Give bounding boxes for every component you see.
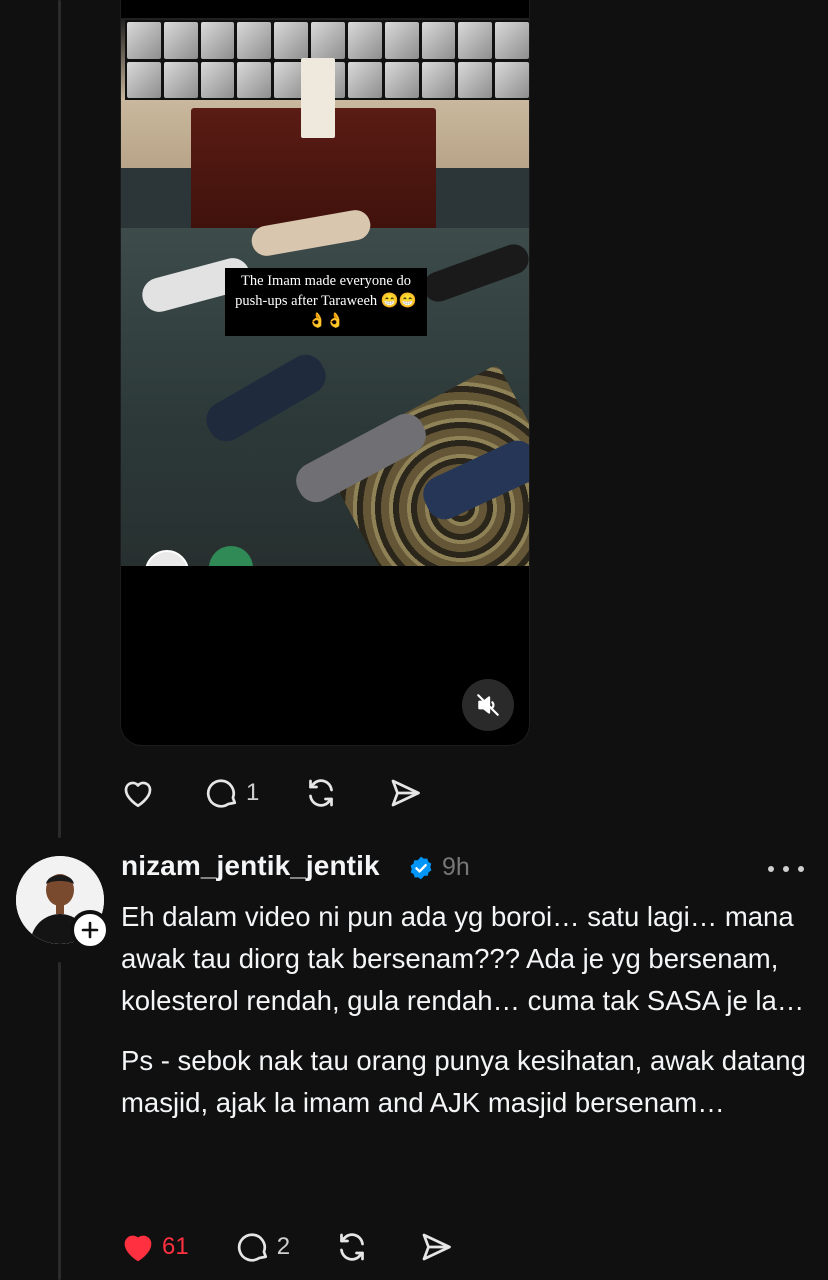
mute-button[interactable] bbox=[462, 679, 514, 731]
thread-line bbox=[58, 0, 61, 838]
cabinet-plaque bbox=[301, 58, 335, 138]
video-caption: The Imam made everyone do push-ups after… bbox=[225, 268, 427, 336]
more-options-button[interactable] bbox=[768, 864, 804, 874]
share-button[interactable] bbox=[418, 1229, 454, 1265]
comment-count: 2 bbox=[276, 1233, 291, 1260]
video-player[interactable]: The Imam made everyone do push-ups after… bbox=[120, 0, 530, 746]
heart-icon bbox=[124, 781, 152, 808]
comment-button[interactable]: 1 bbox=[204, 775, 259, 811]
repost-button[interactable] bbox=[334, 1229, 370, 1265]
post-action-bar: 1 bbox=[120, 775, 423, 811]
thread-line bbox=[58, 962, 61, 1280]
reply-paragraph: Eh dalam video ni pun ada yg boroi… satu… bbox=[121, 901, 805, 1016]
video-frame: The Imam made everyone do push-ups after… bbox=[121, 18, 529, 566]
timestamp: 9h bbox=[442, 853, 470, 881]
username[interactable]: nizam_jentik_jentik bbox=[121, 850, 380, 882]
comment-icon bbox=[206, 779, 237, 808]
share-icon bbox=[392, 779, 421, 807]
comment-icon bbox=[237, 1233, 267, 1262]
repost-button[interactable] bbox=[303, 775, 339, 811]
like-button[interactable] bbox=[120, 775, 156, 811]
like-count: 61 bbox=[162, 1233, 189, 1260]
share-icon bbox=[422, 1233, 451, 1261]
share-button[interactable] bbox=[387, 775, 423, 811]
reply-body: Eh dalam video ni pun ada yg boroi… satu… bbox=[121, 896, 811, 1142]
repost-icon bbox=[309, 779, 334, 807]
verified-badge-icon bbox=[410, 856, 432, 880]
like-button[interactable]: 61 bbox=[120, 1229, 189, 1265]
plus-icon bbox=[81, 921, 99, 939]
more-icon bbox=[768, 866, 774, 872]
heart-icon bbox=[124, 1235, 152, 1262]
reply-paragraph: Ps - sebok nak tau orang punya kesihatan… bbox=[121, 1045, 806, 1118]
reply-action-bar: 61 2 bbox=[120, 1229, 454, 1265]
repost-icon bbox=[340, 1233, 364, 1261]
comment-button[interactable]: 2 bbox=[235, 1229, 290, 1265]
follow-button[interactable] bbox=[70, 910, 110, 950]
mute-icon bbox=[477, 694, 499, 716]
comment-count: 1 bbox=[246, 779, 260, 806]
